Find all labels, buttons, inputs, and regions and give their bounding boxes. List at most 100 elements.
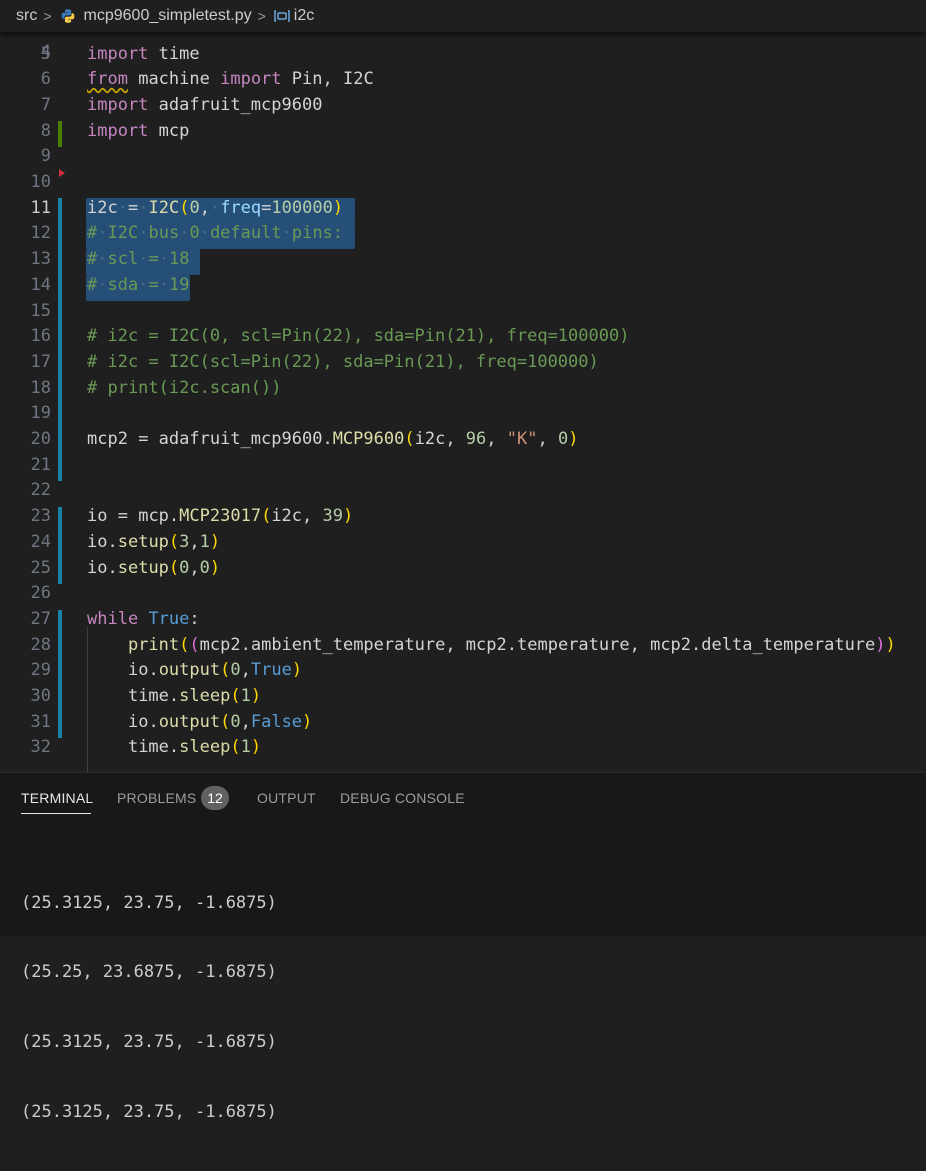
code-line-partial: 4 [0,32,926,62]
line-number: 28 [30,634,51,655]
code-line[interactable]: 32 time.sleep(1) [0,735,926,761]
tab-problems[interactable]: PROBLEMS [117,790,196,806]
code-line[interactable]: 24 io.setup(3,1) [0,530,926,556]
line-number: 21 [30,454,51,475]
code-line[interactable]: 22 [0,478,926,504]
code-line[interactable]: 26 [0,581,926,607]
code-text: io.setup(3,1) [87,531,221,552]
code-line[interactable]: 28 print((mcp2.ambient_temperature, mcp2… [0,633,926,659]
code-text: while True: [87,608,200,629]
terminal-line: (25.3125, 23.75, -1.6875) [21,1102,277,1123]
line-number: 12 [30,223,51,244]
breadcrumb-symbol[interactable]: i2c [294,7,314,25]
code-line[interactable]: 14 #·sda·=·19 [0,273,926,299]
code-line[interactable]: 29 io.output(0,True) [0,658,926,684]
code-text: # i2c = I2C(scl=Pin(22), sda=Pin(21), fr… [87,351,599,372]
active-tab-indicator [21,813,91,814]
terminal-line: (25.3125, 23.75, -1.6875) [21,892,277,913]
code-line[interactable]: 16 # i2c = I2C(0, scl=Pin(22), sda=Pin(21… [0,324,926,350]
line-number: 30 [30,686,51,706]
code-text: time.sleep(1) [127,686,262,706]
code-line[interactable]: 6 from machine import Pin, I2C [0,67,926,93]
panel-tabs: TERMINAL PROBLEMS 12 OUTPUT DEBUG CONSOL… [0,773,926,823]
code-line[interactable]: 5 import time [0,42,926,68]
line-number: 20 [30,429,51,449]
tab-debug-console[interactable]: DEBUG CONSOLE [340,790,465,806]
line-number: 7 [40,94,51,115]
code-text: i2c·=·I2C(0,·freq=100000) [87,197,344,218]
line-number: 29 [30,660,51,681]
code-text: io.setup(0,0) [87,557,221,578]
breadcrumb: src > mcp9600_simpletest.py > i2c [0,0,926,32]
breadcrumb-separator: > [257,8,266,24]
line-number: 23 [30,506,51,527]
code-text: io.output(0,False) [127,711,313,732]
code-line[interactable]: 31 io.output(0,False) [0,710,926,736]
code-text: mcp2 = adafruit_mcp9600.MCP9600(i2c, 96,… [87,429,579,449]
variable-symbol-icon [274,9,290,23]
code-line[interactable]: 20 mcp2 = adafruit_mcp9600.MCP9600(i2c, 9… [0,427,926,453]
tab-terminal[interactable]: TERMINAL [21,790,93,806]
line-number: 10 [30,172,51,192]
code-line[interactable]: 19 [0,401,926,427]
line-number: 19 [30,403,51,424]
line-number: 18 [30,377,51,398]
terminal-line: (25.25, 23.6875, -1.6875) [21,962,277,983]
code-line[interactable]: 15 [0,299,926,325]
line-number: 31 [30,711,51,732]
breadcrumb-separator: > [43,8,52,24]
code-text: #·I2C·bus·0·default·pins: [87,223,344,244]
code-line[interactable]: 9 [0,144,926,170]
code-line[interactable]: 12 #·I2C·bus·0·default·pins: [0,221,926,247]
terminal-output[interactable]: (25.3125, 23.75, -1.6875) (25.25, 23.687… [21,845,277,1171]
line-number: 6 [40,69,51,90]
code-text: #·sda·=·19 [87,274,190,295]
code-text: import time [87,43,200,64]
code-text: # i2c = I2C(0, scl=Pin(22), sda=Pin(21),… [87,326,630,347]
tab-output[interactable]: OUTPUT [257,790,316,806]
line-number: 13 [30,249,51,270]
line-number: 11 [30,197,51,218]
code-text: import adafruit_mcp9600 [87,94,323,115]
line-number: 26 [30,583,51,604]
line-number: 14 [30,274,51,295]
code-line[interactable]: 10 [0,170,926,196]
code-line[interactable]: 21 [0,453,926,479]
line-number: 24 [30,531,51,552]
line-number: 5 [40,43,51,64]
code-line[interactable]: 17 # i2c = I2C(scl=Pin(22), sda=Pin(21), … [0,350,926,376]
line-number: 15 [30,300,51,321]
code-text: from machine import Pin, I2C [87,69,374,90]
line-number: 27 [30,608,51,629]
code-line[interactable]: 7 import adafruit_mcp9600 [0,93,926,119]
code-text: time.sleep(1) [127,737,262,758]
line-number: 32 [30,737,51,758]
code-text: io.output(0,True) [127,660,303,681]
code-line[interactable]: 25 io.setup(0,0) [0,556,926,582]
code-line[interactable]: 8 import mcp [0,119,926,145]
code-editor[interactable]: 4 5 import time 6 from machine import Pin, … [0,32,926,772]
breadcrumb-file[interactable]: mcp9600_simpletest.py [84,7,252,25]
code-line[interactable]: 11 i2c·=·I2C(0,·freq=100000) [0,196,926,222]
problems-count-badge: 12 [201,786,229,810]
code-text: import mcp [87,120,190,141]
terminal-line: (25.3125, 23.75, -1.6875) [21,1032,277,1053]
code-text: # print(i2c.scan()) [87,377,282,398]
line-number: 9 [40,146,51,167]
line-number: 25 [30,557,51,578]
line-number: 16 [30,326,51,347]
code-text: print((mcp2.ambient_temperature, mcp2.te… [127,634,896,655]
python-file-icon [60,8,76,24]
line-number: 22 [30,480,51,501]
code-line[interactable]: 27 while True: [0,607,926,633]
code-line[interactable]: 30 time.sleep(1) [0,684,926,710]
code-line[interactable]: 23 io = mcp.MCP23017(i2c, 39) [0,504,926,530]
line-number: 8 [40,120,51,141]
breadcrumb-folder[interactable]: src [16,7,37,25]
bottom-panel: TERMINAL PROBLEMS 12 OUTPUT DEBUG CONSOL… [0,772,926,1122]
code-line[interactable]: 18 # print(i2c.scan()) [0,376,926,402]
code-text: io = mcp.MCP23017(i2c, 39) [87,506,354,527]
code-line[interactable]: 13 #·scl·=·18 [0,247,926,273]
code-text: #·scl·=·18 [87,249,190,270]
line-number: 17 [30,351,51,372]
